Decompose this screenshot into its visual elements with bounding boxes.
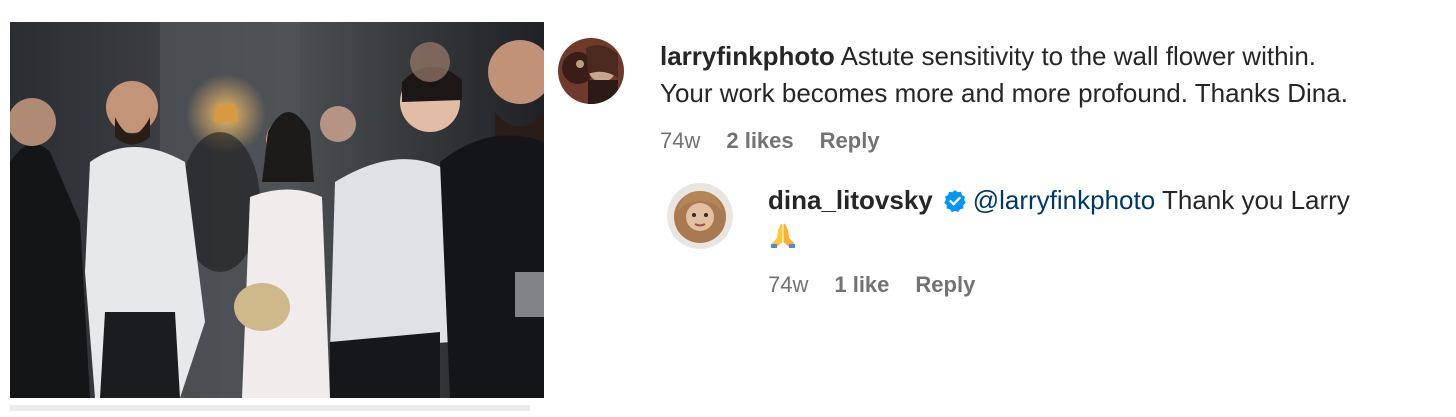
larryfinkphoto-avatar-image [558, 38, 624, 104]
comment-larryfinkphoto: larryfinkphoto Astute sensitivity to the… [660, 38, 1440, 112]
comment-meta: 74w 1 like Reply [768, 272, 975, 298]
reply-button[interactable]: Reply [820, 128, 880, 154]
dina-litovsky-avatar-image [667, 183, 733, 249]
comment-dina-litovsky: dina_litovsky @larryfinkphoto Thank you L… [768, 182, 1438, 256]
comment-text: Astute sensitivity to the wall flower wi… [834, 41, 1316, 71]
comment-text: Thank you Larry [1155, 185, 1350, 215]
comment-timestamp[interactable]: 74w [768, 272, 808, 298]
reply-button[interactable]: Reply [915, 272, 975, 298]
photo-image [10, 22, 544, 398]
folded-hands-icon [768, 220, 798, 250]
comment-timestamp[interactable]: 74w [660, 128, 700, 154]
mention-link[interactable]: @larryfinkphoto [973, 185, 1155, 215]
comment-text: Your work becomes more and more profound… [660, 78, 1348, 108]
avatar[interactable] [667, 183, 733, 249]
comment-username[interactable]: larryfinkphoto [660, 41, 835, 71]
comment-likes[interactable]: 1 like [834, 272, 889, 298]
comment-meta: 74w 2 likes Reply [660, 128, 880, 154]
avatar[interactable] [558, 38, 624, 104]
comment-likes[interactable]: 2 likes [726, 128, 793, 154]
comment-username[interactable]: dina_litovsky [768, 185, 933, 215]
photo-divider [10, 405, 530, 411]
post-photo[interactable] [10, 22, 544, 398]
verified-badge-icon [943, 189, 967, 213]
